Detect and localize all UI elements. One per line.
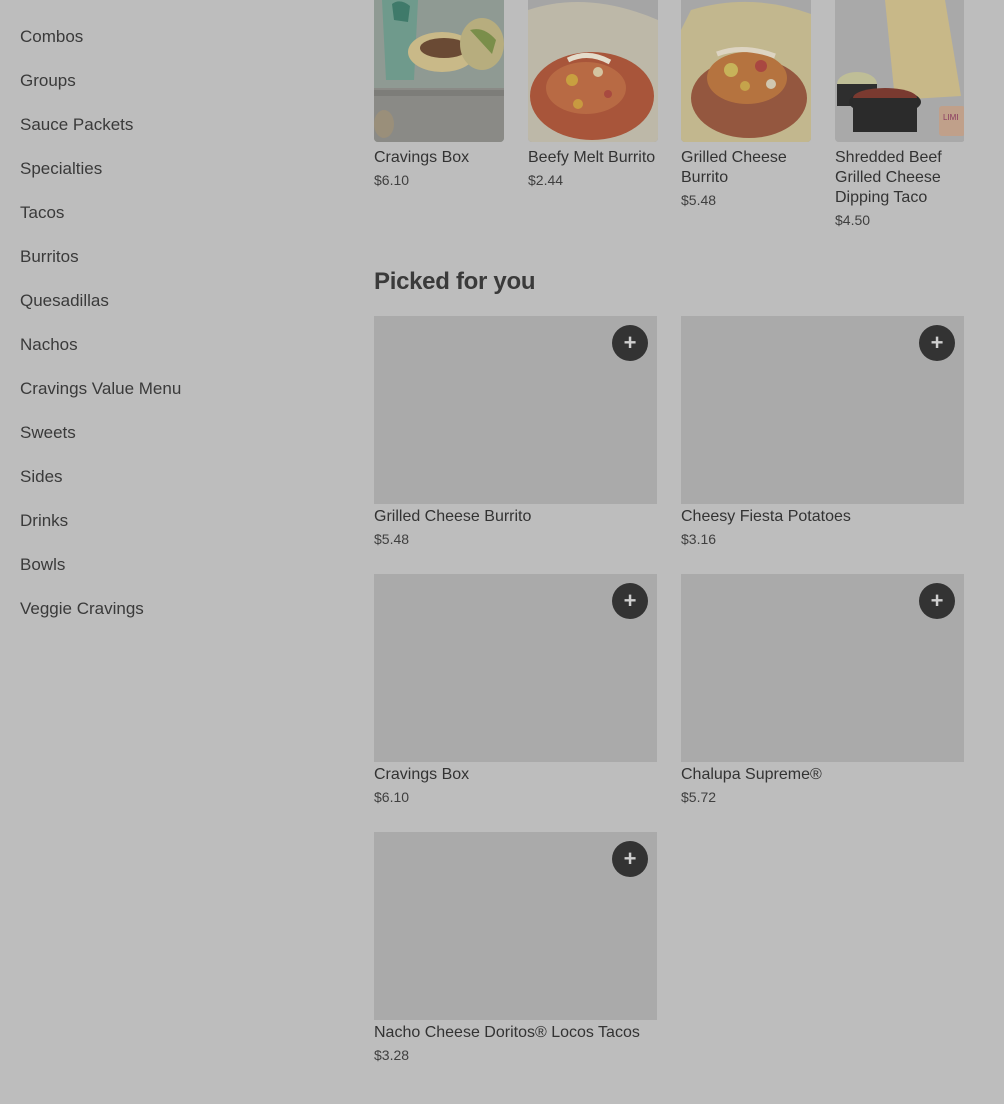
plus-icon: + [930, 588, 944, 613]
menu-item-price: $5.48 [374, 531, 410, 547]
carousel-card[interactable]: LIMI Shredded Beef Grilled Cheese Dippin… [835, 0, 964, 229]
sidebar-item-drinks[interactable]: Drinks [20, 510, 320, 554]
food-image-placeholder: + [374, 574, 657, 762]
add-to-cart-button[interactable]: + [612, 841, 648, 877]
food-image-placeholder: + [681, 316, 964, 504]
menu-item-name: Cheesy Fiesta Potatoes [681, 508, 851, 525]
food-image [374, 0, 504, 142]
menu-item-card[interactable]: + Nacho Cheese Doritos® Locos Tacos $3.2… [374, 832, 657, 1064]
menu-item-card[interactable]: + Grilled Cheese Burrito $5.48 [374, 316, 657, 548]
carousel-card[interactable]: Cravings Box $6.10 [374, 0, 504, 189]
menu-item-price: $5.72 [681, 789, 717, 805]
category-sidebar: Combos Groups Sauce Packets Specialties … [20, 26, 320, 642]
sidebar-item-cravings-value-menu[interactable]: Cravings Value Menu [20, 378, 320, 422]
sidebar-item-sweets[interactable]: Sweets [20, 422, 320, 466]
sidebar-item-combos[interactable]: Combos [20, 26, 320, 70]
carousel-item-price: $5.48 [681, 192, 717, 208]
menu-main: Cravings Box $6.10 Beefy Melt Burrito $2… [374, 0, 964, 1063]
carousel-item-name: Shredded Beef Grilled Cheese Dipping Tac… [835, 149, 942, 206]
food-image-placeholder: + [374, 832, 657, 1020]
menu-item-price: $3.16 [681, 531, 717, 547]
sidebar-item-bowls[interactable]: Bowls [20, 554, 320, 598]
menu-item-price: $3.28 [374, 1047, 410, 1063]
menu-item-name: Chalupa Supreme® [681, 766, 822, 783]
svg-text:LIMI: LIMI [943, 113, 959, 122]
sidebar-item-groups[interactable]: Groups [20, 70, 320, 114]
add-to-cart-button[interactable]: + [612, 583, 648, 619]
carousel-item-name: Cravings Box [374, 149, 470, 166]
food-image-placeholder: + [681, 574, 964, 762]
carousel-item-price: $2.44 [528, 172, 564, 188]
menu-item-card[interactable]: + Cheesy Fiesta Potatoes $3.16 [681, 316, 964, 548]
add-to-cart-button[interactable]: + [919, 325, 955, 361]
menu-item-name: Cravings Box [374, 766, 470, 783]
carousel-item-price: $4.50 [835, 212, 871, 228]
food-image: LIMI [835, 0, 964, 142]
carousel-item-name: Grilled Cheese Burrito [681, 149, 787, 186]
carousel-item-price: $6.10 [374, 172, 410, 188]
featured-carousel: Cravings Box $6.10 Beefy Melt Burrito $2… [374, 0, 964, 240]
carousel-card[interactable]: Grilled Cheese Burrito $5.48 [681, 0, 811, 209]
sidebar-item-sides[interactable]: Sides [20, 466, 320, 510]
menu-item-card[interactable]: + Cravings Box $6.10 [374, 574, 657, 806]
add-to-cart-button[interactable]: + [919, 583, 955, 619]
menu-item-name: Nacho Cheese Doritos® Locos Tacos [374, 1024, 640, 1041]
food-image-placeholder: + [374, 316, 657, 504]
menu-item-price: $6.10 [374, 789, 410, 805]
carousel-item-name: Beefy Melt Burrito [528, 149, 656, 166]
plus-icon: + [930, 330, 944, 355]
sidebar-item-specialties[interactable]: Specialties [20, 158, 320, 202]
plus-icon: + [623, 588, 637, 613]
section-title-picked-for-you: Picked for you [374, 268, 536, 295]
sidebar-item-burritos[interactable]: Burritos [20, 246, 320, 290]
menu-item-name: Grilled Cheese Burrito [374, 508, 532, 525]
carousel-card[interactable]: Beefy Melt Burrito $2.44 [528, 0, 658, 189]
sidebar-item-veggie-cravings[interactable]: Veggie Cravings [20, 598, 320, 642]
add-to-cart-button[interactable]: + [612, 325, 648, 361]
plus-icon: + [623, 846, 637, 871]
food-image [528, 0, 658, 142]
plus-icon: + [623, 330, 637, 355]
sidebar-item-sauce-packets[interactable]: Sauce Packets [20, 114, 320, 158]
menu-item-card[interactable]: + Chalupa Supreme® $5.72 [681, 574, 964, 806]
sidebar-item-tacos[interactable]: Tacos [20, 202, 320, 246]
sidebar-item-nachos[interactable]: Nachos [20, 334, 320, 378]
sidebar-item-quesadillas[interactable]: Quesadillas [20, 290, 320, 334]
food-image [681, 0, 811, 142]
